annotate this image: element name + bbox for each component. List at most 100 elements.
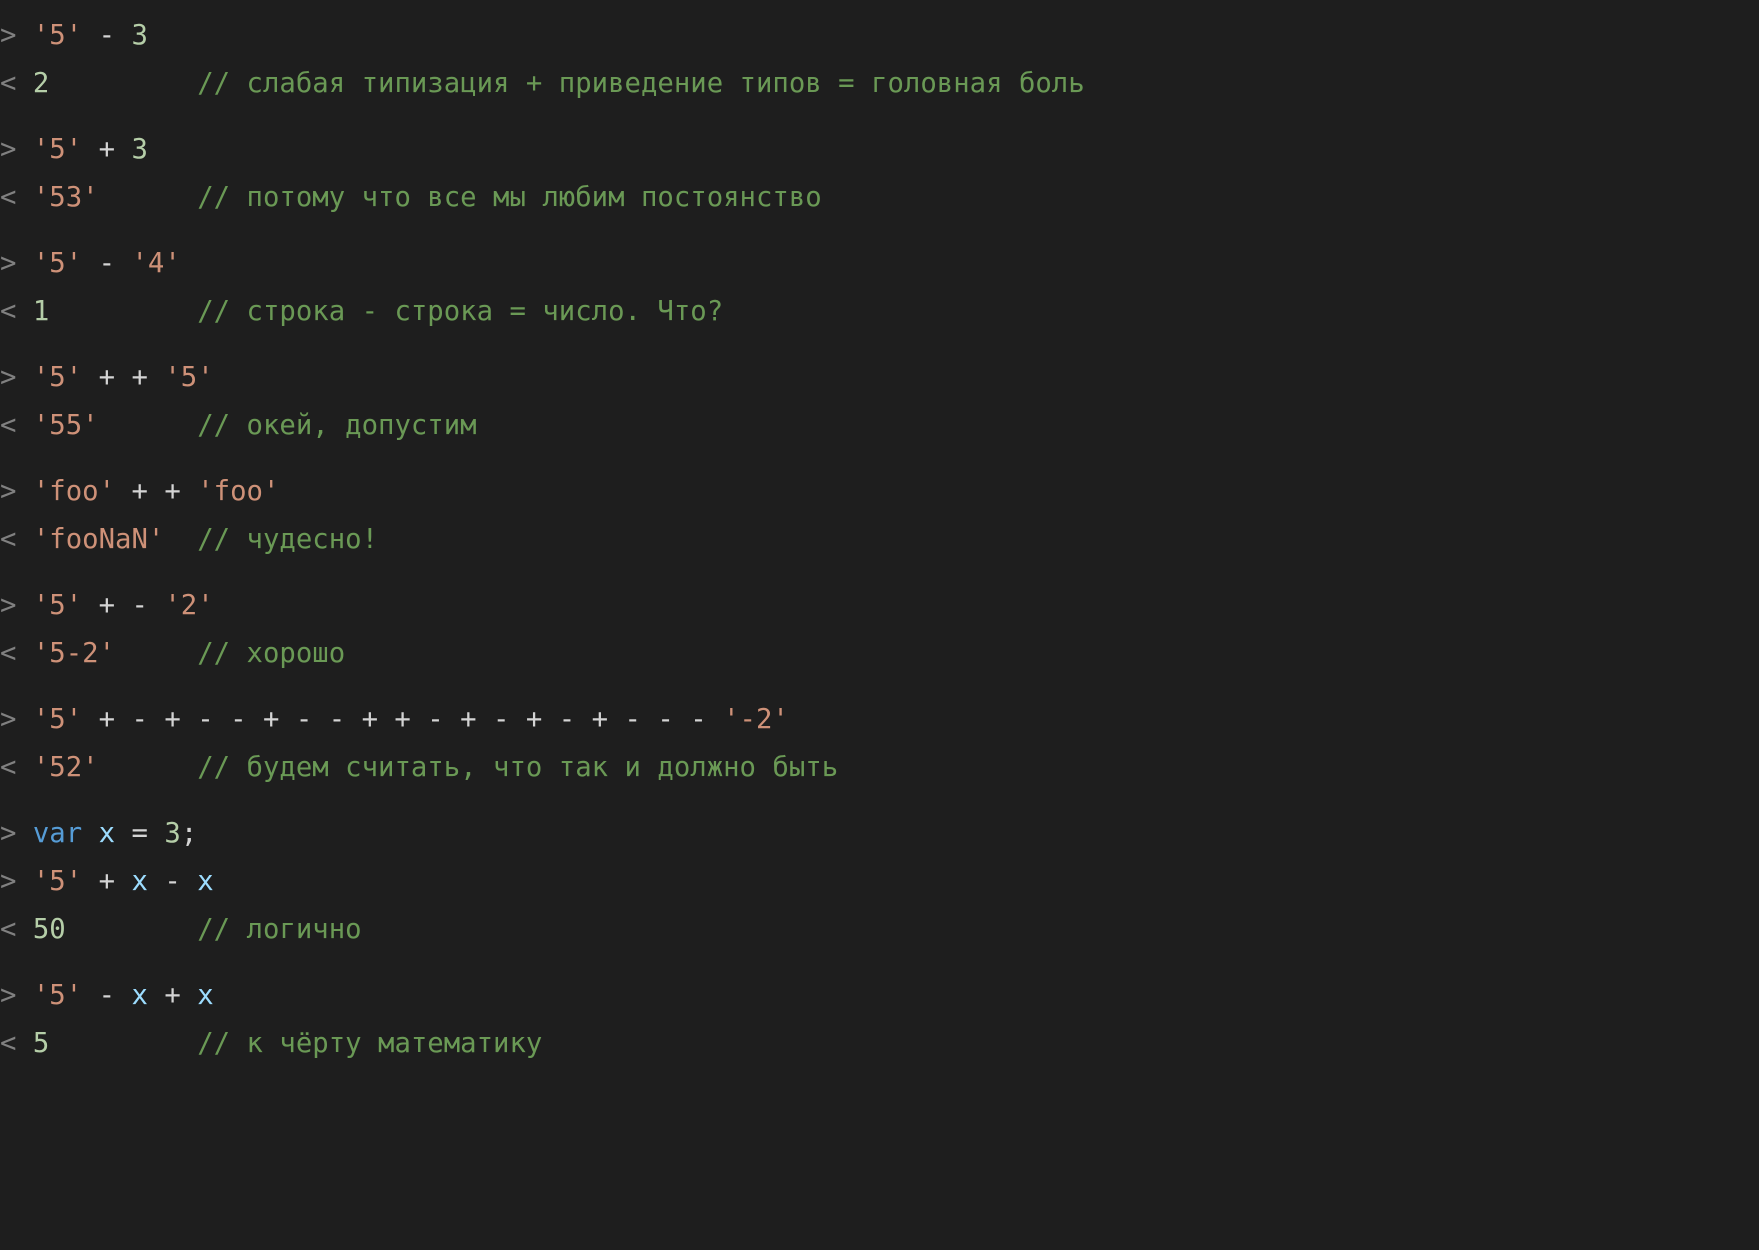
- operator: [16, 914, 32, 945]
- prompt-input-icon: >: [0, 704, 16, 735]
- operator: [49, 296, 197, 327]
- operator: [16, 818, 32, 849]
- string-literal: '5': [33, 134, 82, 165]
- console-block: > var x = 3;> '5' + x - x< 50 // логично: [0, 810, 1759, 954]
- console-output-line: < '55' // окей, допустим: [0, 402, 1759, 450]
- comment: // окей, допустим: [197, 410, 476, 441]
- console-input-line: > 'foo' + + 'foo': [0, 468, 1759, 516]
- operator: +: [148, 980, 197, 1011]
- console-input-line: > '5' + x - x: [0, 858, 1759, 906]
- identifier: x: [132, 980, 148, 1011]
- prompt-input-icon: >: [0, 818, 16, 849]
- operator: -: [148, 866, 197, 897]
- string-literal: '5': [33, 980, 82, 1011]
- string-literal: 'fooNaN': [33, 524, 164, 555]
- console-block: > '5' + 3< '53' // потому что все мы люб…: [0, 126, 1759, 222]
- string-literal: '5': [33, 248, 82, 279]
- string-literal: '-2': [723, 704, 789, 735]
- number-literal: 3: [132, 134, 148, 165]
- string-literal: '2': [164, 590, 213, 621]
- string-literal: '52': [33, 752, 99, 783]
- prompt-output-icon: <: [0, 752, 16, 783]
- comment: // логично: [197, 914, 361, 945]
- console-output-line: < 5 // к чёрту математику: [0, 1020, 1759, 1068]
- operator: +: [82, 134, 131, 165]
- operator: [99, 182, 198, 213]
- operator: [16, 590, 32, 621]
- prompt-input-icon: >: [0, 134, 16, 165]
- operator: [164, 524, 197, 555]
- operator: [16, 980, 32, 1011]
- code-console: > '5' - 3< 2 // слабая типизация + приве…: [0, 0, 1759, 1068]
- number-literal: 5: [33, 1028, 49, 1059]
- console-block: > '5' - 3< 2 // слабая типизация + приве…: [0, 12, 1759, 108]
- string-literal: '4': [132, 248, 181, 279]
- prompt-output-icon: <: [0, 638, 16, 669]
- operator: [16, 20, 32, 51]
- string-literal: '5': [33, 20, 82, 51]
- prompt-input-icon: >: [0, 362, 16, 393]
- operator: [49, 68, 197, 99]
- operator: + +: [115, 476, 197, 507]
- console-input-line: > var x = 3;: [0, 810, 1759, 858]
- comment: // строка - строка = число. Что?: [197, 296, 723, 327]
- operator: + -: [82, 590, 164, 621]
- string-literal: '5': [164, 362, 213, 393]
- operator: [99, 410, 198, 441]
- string-literal: 'foo': [33, 476, 115, 507]
- operator: [49, 1028, 197, 1059]
- prompt-input-icon: >: [0, 248, 16, 279]
- console-output-line: < 1 // строка - строка = число. Что?: [0, 288, 1759, 336]
- prompt-output-icon: <: [0, 182, 16, 213]
- prompt-output-icon: <: [0, 1028, 16, 1059]
- console-output-line: < 'fooNaN' // чудесно!: [0, 516, 1759, 564]
- console-input-line: > '5' - x + x: [0, 972, 1759, 1020]
- console-block: > '5' - x + x< 5 // к чёрту математику: [0, 972, 1759, 1068]
- operator: [16, 248, 32, 279]
- prompt-input-icon: >: [0, 590, 16, 621]
- identifier: x: [99, 818, 115, 849]
- operator: [16, 68, 32, 99]
- comment: // хорошо: [197, 638, 345, 669]
- console-block: > '5' + + '5'< '55' // окей, допустим: [0, 354, 1759, 450]
- keyword: var: [33, 818, 82, 849]
- operator: [115, 638, 197, 669]
- operator: =: [115, 818, 164, 849]
- operator: +: [82, 866, 131, 897]
- console-block: > '5' + - + - - + - - + + - + - + - + - …: [0, 696, 1759, 792]
- identifier: x: [197, 866, 213, 897]
- operator: [66, 914, 197, 945]
- prompt-output-icon: <: [0, 524, 16, 555]
- number-literal: 1: [33, 296, 49, 327]
- operator: + +: [82, 362, 164, 393]
- prompt-output-icon: <: [0, 68, 16, 99]
- console-input-line: > '5' + 3: [0, 126, 1759, 174]
- operator: [16, 182, 32, 213]
- console-input-line: > '5' + + '5': [0, 354, 1759, 402]
- string-literal: 'foo': [197, 476, 279, 507]
- operator: [99, 752, 198, 783]
- operator: [16, 362, 32, 393]
- operator: -: [82, 980, 131, 1011]
- string-literal: '55': [33, 410, 99, 441]
- number-literal: 50: [33, 914, 66, 945]
- console-block: > '5' - '4' < 1 // строка - строка = числ…: [0, 240, 1759, 336]
- comment: // чудесно!: [197, 524, 378, 555]
- console-input-line: > '5' + - + - - + - - + + - + - + - + - …: [0, 696, 1759, 744]
- prompt-input-icon: >: [0, 476, 16, 507]
- string-literal: '5': [33, 866, 82, 897]
- console-block: > '5' + - '2'< '5-2' // хорошо: [0, 582, 1759, 678]
- string-literal: '5': [33, 704, 82, 735]
- operator: [16, 410, 32, 441]
- string-literal: '5': [33, 362, 82, 393]
- operator: -: [82, 248, 131, 279]
- console-input-line: > '5' + - '2': [0, 582, 1759, 630]
- string-literal: '53': [33, 182, 99, 213]
- prompt-input-icon: >: [0, 866, 16, 897]
- prompt-output-icon: <: [0, 296, 16, 327]
- operator: [16, 752, 32, 783]
- identifier: x: [132, 866, 148, 897]
- operator: [82, 818, 98, 849]
- console-block: > 'foo' + + 'foo'< 'fooNaN' // чудесно!: [0, 468, 1759, 564]
- number-literal: 3: [132, 20, 148, 51]
